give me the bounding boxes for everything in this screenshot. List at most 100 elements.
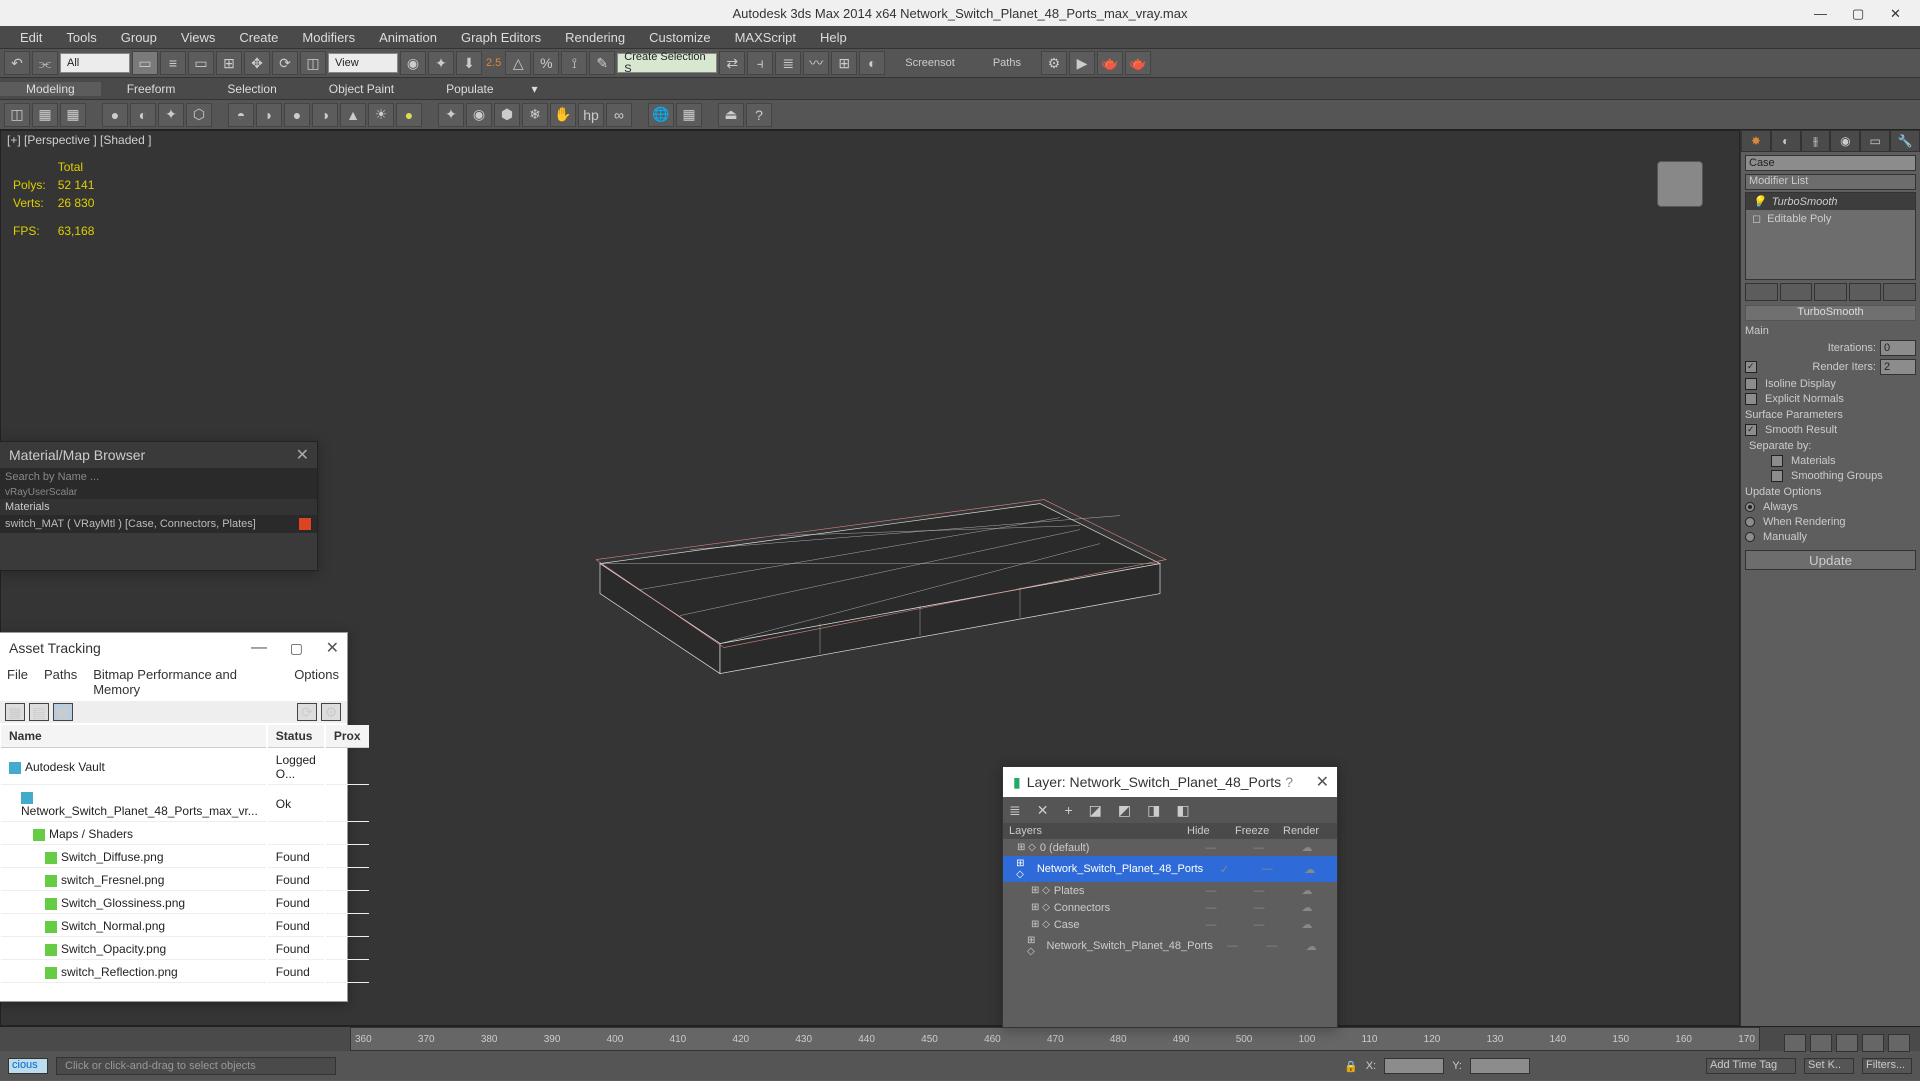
layer-props-icon[interactable]: ◧ [1176, 802, 1189, 819]
tab-motion[interactable]: ◉ [1830, 130, 1860, 152]
layers-icon[interactable]: ≣ [775, 51, 801, 75]
layer-row[interactable]: ⊞ ◇Network_Switch_Planet_48_Ports✓—☁ [1003, 856, 1337, 882]
menu-help[interactable]: Help [808, 30, 859, 45]
sphere-yellow-icon[interactable]: ● [396, 103, 422, 127]
asset-row[interactable]: Autodesk VaultLogged O... [1, 750, 369, 785]
ribbon-expand-icon[interactable]: ▾ [520, 82, 550, 96]
rotate-icon[interactable]: ⟳ [272, 51, 298, 75]
tab-create[interactable]: ✸ [1741, 130, 1771, 152]
render-frame-icon[interactable]: ▶ [1069, 51, 1095, 75]
close-icon[interactable]: ✕ [1316, 772, 1329, 792]
layer-row[interactable]: ⊞ ◇Plates——☁ [1003, 882, 1337, 899]
layer-row[interactable]: ⊞ ◇Network_Switch_Planet_48_Ports——☁ [1003, 933, 1337, 959]
isoline-checkbox[interactable] [1745, 378, 1757, 390]
asset-row[interactable]: Switch_Normal.pngFound [1, 916, 369, 937]
selection-filter-dropdown[interactable]: All [60, 53, 130, 73]
asset-row[interactable]: switch_Fresnel.pngFound [1, 870, 369, 891]
help-icon[interactable]: ? [746, 103, 772, 127]
update-manual-radio[interactable] [1745, 532, 1755, 542]
asset-row[interactable]: Switch_Diffuse.pngFound [1, 847, 369, 868]
playback-start-icon[interactable] [1784, 1034, 1806, 1052]
sep-sg-checkbox[interactable] [1771, 470, 1783, 482]
globe-icon[interactable]: 🌐 [648, 103, 674, 127]
menu-animation[interactable]: Animation [367, 30, 449, 45]
ribbon-objectpaint[interactable]: Object Paint [303, 82, 420, 96]
addtag-button[interactable]: Add Time Tag [1706, 1058, 1796, 1074]
minimize-icon[interactable]: — [251, 639, 267, 657]
tool-icon[interactable]: ◉ [466, 103, 492, 127]
render-iters-checkbox[interactable] [1745, 361, 1757, 373]
update-always-radio[interactable] [1745, 502, 1755, 512]
prim-icon[interactable]: ◗ [256, 103, 282, 127]
tool-icon[interactable]: ✦ [438, 103, 464, 127]
asset-view-icon[interactable]: ▦ [5, 703, 25, 721]
setkey-button[interactable]: Set K.. [1804, 1058, 1854, 1074]
object-name-field[interactable] [1745, 155, 1916, 171]
asset-menu-options[interactable]: Options [294, 667, 339, 697]
schematic-icon[interactable]: ⊞ [831, 51, 857, 75]
menu-views[interactable]: Views [169, 30, 227, 45]
asset-col-prox[interactable]: Prox [326, 725, 369, 748]
ribbon-freeform[interactable]: Freeform [101, 82, 202, 96]
coord-y-field[interactable] [1470, 1058, 1530, 1074]
filters-button[interactable]: Filters... [1862, 1058, 1912, 1074]
asset-view-icon[interactable]: ▤ [29, 703, 49, 721]
maximize-icon[interactable]: ▢ [290, 640, 303, 657]
refcoord-dropdown[interactable]: View [328, 53, 398, 73]
snap-toggle-icon[interactable]: ⬇ [456, 51, 482, 75]
layer-row[interactable]: ⊞ ◇0 (default)——☁ [1003, 839, 1337, 856]
tool-icon[interactable]: ⬢ [494, 103, 520, 127]
layer-col-layers[interactable]: Layers [1009, 825, 1187, 837]
ribbon-modeling[interactable]: Modeling [0, 82, 101, 96]
modifier-turbosmooth[interactable]: 💡TurboSmooth [1746, 193, 1915, 210]
paths-label[interactable]: Paths [975, 57, 1039, 69]
layer-new-icon[interactable]: ≣ [1009, 802, 1021, 819]
tab-modify[interactable]: ◐ [1771, 130, 1801, 152]
menu-tools[interactable]: Tools [54, 30, 108, 45]
tool-icon[interactable]: hp [578, 103, 604, 127]
menu-maxscript[interactable]: MAXScript [723, 30, 808, 45]
geo-icon[interactable]: ✦ [158, 103, 184, 127]
modifier-list-dropdown[interactable]: Modifier List [1745, 174, 1916, 190]
window-crossing-icon[interactable]: ⊞ [216, 51, 242, 75]
coord-x-field[interactable] [1384, 1058, 1444, 1074]
prim-icon[interactable]: ● [284, 103, 310, 127]
asset-row[interactable]: Network_Switch_Planet_48_Ports_max_vr...… [1, 787, 369, 822]
pivot-icon[interactable]: ◉ [400, 51, 426, 75]
mirror-icon[interactable]: ⇄ [719, 51, 745, 75]
unique-icon[interactable] [1814, 283, 1847, 301]
prim-icon[interactable]: ◓ [228, 103, 254, 127]
tool-icon[interactable]: ❄ [522, 103, 548, 127]
menu-edit[interactable]: Edit [8, 30, 54, 45]
timeline[interactable]: 3603703803904004104204304404504604704804… [0, 1027, 1920, 1051]
playback-next-icon[interactable] [1862, 1034, 1884, 1052]
link-icon[interactable]: ⫘ [32, 51, 58, 75]
tab-hierarchy[interactable]: ⫵ [1801, 130, 1831, 152]
layer-row[interactable]: ⊞ ◇Connectors——☁ [1003, 899, 1337, 916]
scale-icon[interactable]: ◫ [300, 51, 326, 75]
asset-menu-paths[interactable]: Paths [44, 667, 77, 697]
exit-icon[interactable]: ⏏ [718, 103, 744, 127]
remove-mod-icon[interactable] [1849, 283, 1882, 301]
layer-hide-icon[interactable]: ◨ [1147, 802, 1160, 819]
update-render-radio[interactable] [1745, 517, 1755, 527]
asset-tool-icon[interactable]: ⚙ [321, 703, 341, 721]
modifier-editable-poly[interactable]: ◻Editable Poly [1746, 210, 1915, 227]
screenshot-label[interactable]: Screensot [887, 57, 973, 69]
render-icon[interactable]: 🫖 [1097, 51, 1123, 75]
asset-menu-file[interactable]: File [7, 667, 28, 697]
asset-col-status[interactable]: Status [268, 725, 324, 748]
poly-tool-icon[interactable]: ◫ [4, 103, 30, 127]
minimize-icon[interactable]: — [1814, 6, 1828, 20]
menu-grapheditors[interactable]: Graph Editors [449, 30, 553, 45]
asset-row[interactable]: switch_Reflection.pngFound [1, 962, 369, 983]
menu-customize[interactable]: Customize [637, 30, 722, 45]
asset-refresh-icon[interactable]: ⟳ [297, 703, 317, 721]
poly-tool-icon[interactable]: ▦ [60, 103, 86, 127]
smooth-result-checkbox[interactable] [1745, 424, 1757, 436]
render-prod-icon[interactable]: 🫖 [1125, 51, 1151, 75]
asset-row[interactable]: Maps / Shaders [1, 824, 369, 845]
menu-group[interactable]: Group [109, 30, 169, 45]
update-button[interactable]: Update [1745, 550, 1916, 570]
manipulate-icon[interactable]: ✦ [428, 51, 454, 75]
